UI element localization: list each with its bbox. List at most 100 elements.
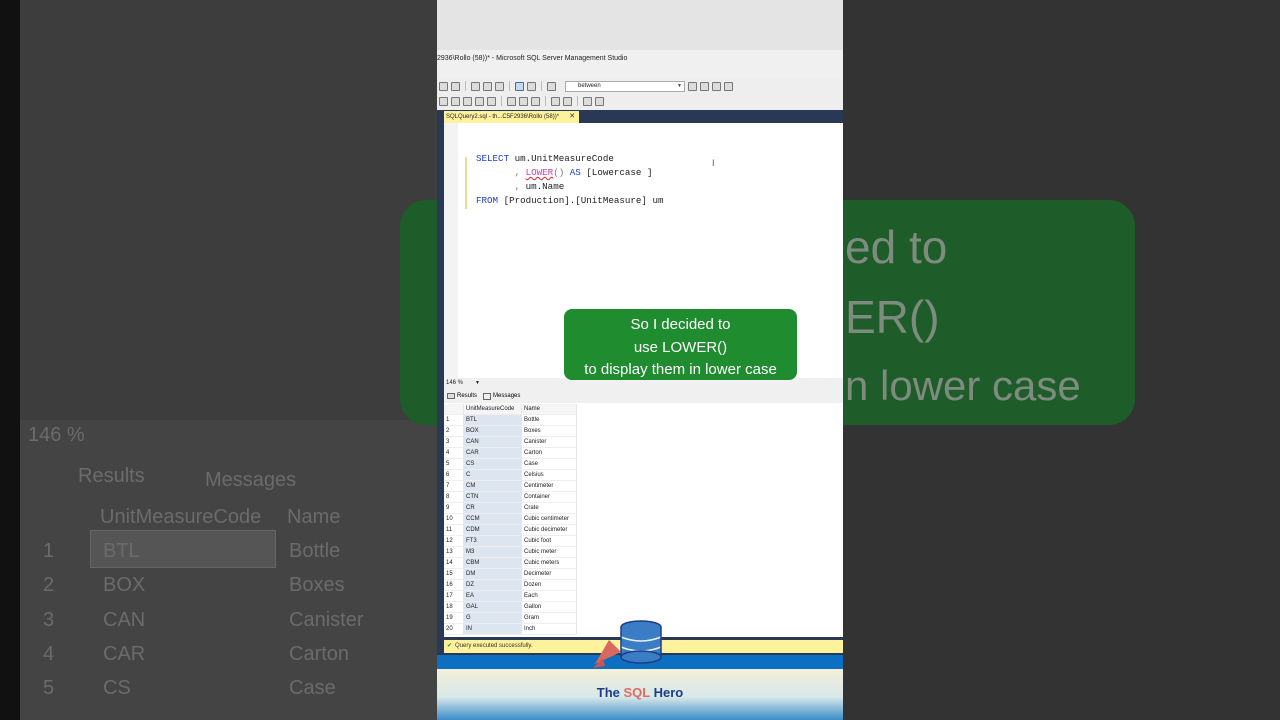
row-number[interactable]: 6	[444, 470, 464, 481]
decrease-indent-icon[interactable]	[583, 96, 592, 106]
column-header-code[interactable]: UnitMeasureCode	[464, 404, 522, 415]
parse-icon[interactable]	[463, 96, 472, 106]
row-number[interactable]: 15	[444, 569, 464, 580]
cell-name[interactable]: Crate	[522, 503, 577, 514]
cell-name[interactable]: Celsius	[522, 470, 577, 481]
row-number[interactable]: 14	[444, 558, 464, 569]
undo-icon[interactable]	[515, 81, 524, 91]
row-number[interactable]: 2	[444, 426, 464, 437]
cell-unit-measure-code[interactable]: CBM	[464, 558, 522, 569]
cell-name[interactable]: Case	[522, 459, 577, 470]
results-to-file-icon[interactable]	[531, 96, 540, 106]
tab-sqlquery2[interactable]: SQLQuery2.sql - th...C5F2936\Rollo (58))…	[444, 111, 580, 123]
table-row[interactable]: 7 CM Centimeter	[444, 481, 577, 492]
table-row[interactable]: 10 CCM Cubic centimeter	[444, 514, 577, 525]
copy-icon[interactable]	[483, 81, 492, 91]
table-row[interactable]: 17 EA Each	[444, 591, 577, 602]
query-options-icon[interactable]	[487, 96, 496, 106]
row-number[interactable]: 17	[444, 591, 464, 602]
cell-unit-measure-code[interactable]: DM	[464, 569, 522, 580]
cell-unit-measure-code[interactable]: BTL	[464, 415, 522, 426]
cell-name[interactable]: Container	[522, 492, 577, 503]
cell-unit-measure-code[interactable]: CS	[464, 459, 522, 470]
table-row[interactable]: 4 CAR Carton	[444, 448, 577, 459]
new-query-icon[interactable]	[439, 81, 448, 91]
cell-unit-measure-code[interactable]: IN	[464, 624, 522, 635]
table-row[interactable]: 6 C Celsius	[444, 470, 577, 481]
cell-unit-measure-code[interactable]: FT3	[464, 536, 522, 547]
table-row[interactable]: 18 GAL Gallon	[444, 602, 577, 613]
tools-icon[interactable]	[700, 81, 709, 91]
cell-unit-measure-code[interactable]: BOX	[464, 426, 522, 437]
row-number[interactable]: 19	[444, 613, 464, 624]
cell-name[interactable]: Canister	[522, 437, 577, 448]
table-row[interactable]: 20 IN Inch	[444, 624, 577, 635]
cell-unit-measure-code[interactable]: CM	[464, 481, 522, 492]
table-row[interactable]: 12 FT3 Cubic foot	[444, 536, 577, 547]
table-row[interactable]: 11 CDM Cubic decimeter	[444, 525, 577, 536]
cell-unit-measure-code[interactable]: G	[464, 613, 522, 624]
cell-name[interactable]: Cubic foot	[522, 536, 577, 547]
chevron-down-icon[interactable]: ▼	[475, 380, 480, 386]
cell-name[interactable]: Dozen	[522, 580, 577, 591]
zoom-level[interactable]: 146 %	[446, 380, 463, 386]
row-number[interactable]: 18	[444, 602, 464, 613]
table-row[interactable]: 16 DZ Dozen	[444, 580, 577, 591]
row-number[interactable]: 8	[444, 492, 464, 503]
execution-plan-icon[interactable]	[475, 96, 484, 106]
table-row[interactable]: 13 M3 Cubic meter	[444, 547, 577, 558]
results-to-text-icon[interactable]	[507, 96, 516, 106]
chevron-down-icon[interactable]: ▼	[677, 82, 682, 91]
cell-unit-measure-code[interactable]: GAL	[464, 602, 522, 613]
table-row[interactable]: 3 CAN Canister	[444, 437, 577, 448]
row-number[interactable]: 5	[444, 459, 464, 470]
table-row[interactable]: 5 CS Case	[444, 459, 577, 470]
table-row[interactable]: 14 CBM Cubic meters	[444, 558, 577, 569]
cell-name[interactable]: Boxes	[522, 426, 577, 437]
row-number[interactable]: 12	[444, 536, 464, 547]
close-icon[interactable]: ✕	[569, 111, 575, 123]
cell-unit-measure-code[interactable]: CAN	[464, 437, 522, 448]
row-number[interactable]: 4	[444, 448, 464, 459]
cell-name[interactable]: Each	[522, 591, 577, 602]
properties-icon[interactable]	[688, 81, 697, 91]
cell-unit-measure-code[interactable]: CCM	[464, 514, 522, 525]
open-file-icon[interactable]	[451, 81, 460, 91]
cell-unit-measure-code[interactable]: M3	[464, 547, 522, 558]
row-number[interactable]: 16	[444, 580, 464, 591]
cell-unit-measure-code[interactable]: C	[464, 470, 522, 481]
table-row[interactable]: 19 G Gram	[444, 613, 577, 624]
cell-unit-measure-code[interactable]: CDM	[464, 525, 522, 536]
cell-name[interactable]: Cubic meters	[522, 558, 577, 569]
increase-indent-icon[interactable]	[595, 96, 604, 106]
paste-icon[interactable]	[495, 81, 504, 91]
column-header-name[interactable]: Name	[522, 404, 577, 415]
results-to-grid-icon[interactable]	[519, 96, 528, 106]
navigate-icon[interactable]	[547, 81, 556, 91]
table-row[interactable]: 8 CTN Container	[444, 492, 577, 503]
row-number[interactable]: 7	[444, 481, 464, 492]
cell-unit-measure-code[interactable]: CR	[464, 503, 522, 514]
cell-name[interactable]: Cubic decimeter	[522, 525, 577, 536]
table-row[interactable]: 2 BOX Boxes	[444, 426, 577, 437]
cell-name[interactable]: Decimeter	[522, 569, 577, 580]
cell-unit-measure-code[interactable]: CAR	[464, 448, 522, 459]
row-number[interactable]: 11	[444, 525, 464, 536]
table-row[interactable]: 15 DM Decimeter	[444, 569, 577, 580]
cell-name[interactable]: Carton	[522, 448, 577, 459]
cell-name[interactable]: Inch	[522, 624, 577, 635]
row-number[interactable]: 1	[444, 415, 464, 426]
cell-name[interactable]: Gram	[522, 613, 577, 624]
table-row[interactable]: 1 BTL Bottle	[444, 415, 577, 426]
cell-unit-measure-code[interactable]: EA	[464, 591, 522, 602]
comment-icon[interactable]	[551, 96, 560, 106]
redo-icon[interactable]	[527, 81, 536, 91]
window-layout-icon[interactable]	[724, 81, 733, 91]
tab-results[interactable]: Results	[447, 389, 477, 403]
row-number[interactable]: 13	[444, 547, 464, 558]
cell-name[interactable]: Centimeter	[522, 481, 577, 492]
cell-name[interactable]: Cubic meter	[522, 547, 577, 558]
row-number[interactable]: 10	[444, 514, 464, 525]
uncomment-icon[interactable]	[563, 96, 572, 106]
cell-name[interactable]: Bottle	[522, 415, 577, 426]
